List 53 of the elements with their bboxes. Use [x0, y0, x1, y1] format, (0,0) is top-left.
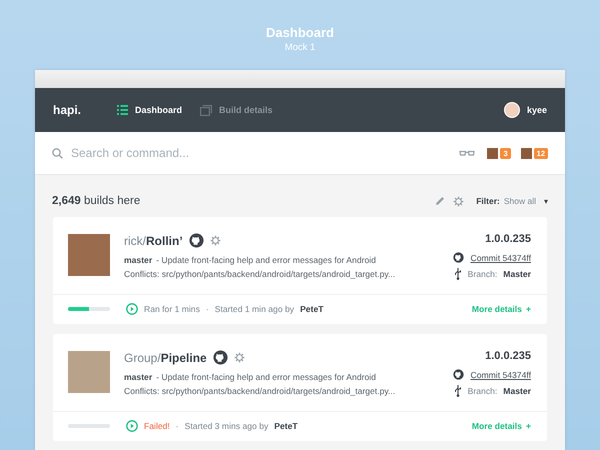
version-number: 1.0.0.235	[485, 233, 531, 245]
separator-dot: ·	[206, 304, 209, 314]
usb-icon	[454, 268, 462, 280]
filter-label: Filter:	[476, 196, 500, 206]
user-name: PeteT	[300, 304, 324, 314]
branch-name: master	[124, 372, 152, 382]
search-icon[interactable]	[52, 148, 63, 158]
settings-icon[interactable]	[234, 352, 245, 363]
avatar-icon[interactable]	[504, 102, 520, 118]
page-subtitle: Mock 1	[284, 42, 316, 53]
version-number: 1.0.0.235	[485, 350, 531, 362]
hapi-logo[interactable]: hapi.	[53, 103, 82, 117]
conflicts-text: Conflicts: src/python/pants/backend/android/targets/android_target.py...	[124, 386, 396, 396]
nav-tab[interactable]: Dashboard	[117, 104, 182, 116]
user-avatar[interactable]	[487, 148, 498, 158]
pencil-icon[interactable]	[435, 196, 446, 206]
repo-name[interactable]: rick/Rollin’	[124, 234, 183, 248]
github-icon	[453, 252, 464, 263]
conflicts-text: Conflicts: src/python/pants/backend/android/targets/android_target.py...	[124, 269, 396, 279]
commit-message: - Update front-facing help and error messages for Android	[156, 255, 376, 265]
play-icon[interactable]	[126, 420, 138, 432]
separator-dot: ·	[176, 421, 179, 431]
github-icon[interactable]	[212, 350, 228, 365]
started-text: Started 1 min ago by	[214, 304, 294, 314]
photo-placeholder	[68, 234, 110, 276]
settings-icon[interactable]	[210, 235, 221, 246]
user-name: PeteT	[274, 421, 298, 431]
glasses-icon[interactable]	[459, 150, 476, 156]
page-title: Dashboard	[266, 25, 334, 40]
photo-placeholder	[68, 351, 110, 393]
started-text: Started 3 mins ago by	[184, 421, 268, 431]
play-icon[interactable]	[126, 303, 138, 315]
branch-name: master	[124, 255, 152, 265]
branch-value: Master	[503, 269, 531, 279]
user-avatar[interactable]	[520, 148, 532, 158]
commit-link[interactable]: Commit 54374ff	[470, 370, 531, 380]
caret-icon[interactable]: ▾	[544, 196, 548, 206]
commit-link[interactable]: Commit 54374ff	[470, 252, 531, 262]
branch-label: Branch:	[468, 386, 498, 396]
user-name[interactable]: kyee	[526, 105, 547, 115]
status-text: Failed!	[144, 421, 170, 431]
window-icon	[200, 104, 212, 116]
builds-count: 2,649 builds here	[52, 195, 140, 207]
repo-name[interactable]: Group/Pipeline	[124, 350, 207, 364]
branch-value: Master	[503, 386, 531, 396]
github-icon[interactable]	[188, 233, 204, 248]
settings-icon[interactable]	[453, 196, 464, 206]
usb-icon	[454, 385, 462, 397]
status-text: Ran for 1 mins	[144, 304, 200, 314]
github-icon	[453, 369, 464, 380]
commit-message: - Update front-facing help and error messages for Android	[156, 372, 376, 382]
branch-label: Branch:	[468, 269, 498, 279]
list-icon	[117, 105, 128, 115]
